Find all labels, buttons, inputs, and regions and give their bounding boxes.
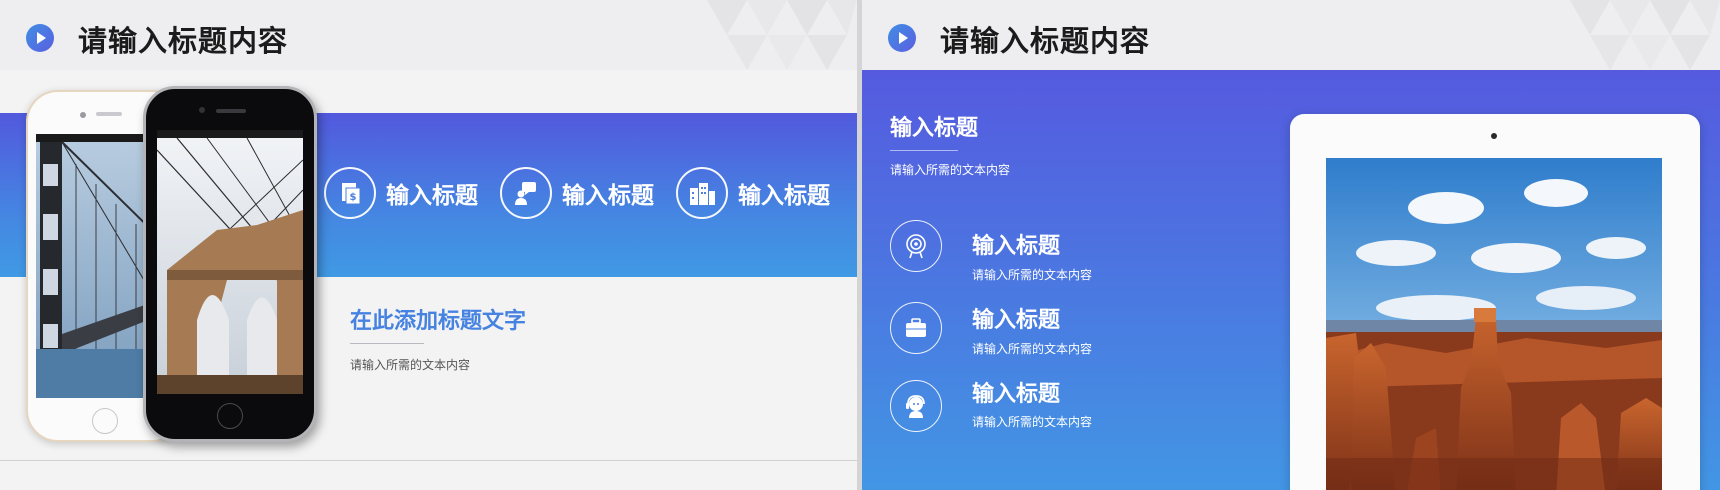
- item-title: 输入标题: [972, 308, 1061, 333]
- slide-right: 请输入标题内容 输入标题 请输入所需的文本内容 输入标题 请输入所需的文本内容 …: [862, 0, 1720, 490]
- play-icon: [888, 24, 916, 52]
- tablet-device: [1290, 114, 1700, 490]
- slide-left: 请输入标题内容 $ 输入标题 输入标题 输入标题 在此添加标题文字 请输入所需的…: [0, 0, 857, 490]
- briefcase-icon: [890, 302, 942, 354]
- home-button: [92, 408, 118, 434]
- phone-camera: [80, 112, 86, 118]
- slide-title: 请输入标题内容: [78, 24, 289, 58]
- tablet-camera: [1491, 133, 1497, 139]
- slide-header: 请输入标题内容: [0, 0, 857, 70]
- feature-label: 输入标题: [738, 183, 830, 209]
- feature-label: 输入标题: [562, 183, 654, 209]
- item-text: 请输入所需的文本内容: [972, 415, 1093, 429]
- slide-header: 请输入标题内容: [862, 0, 1720, 70]
- black-iphone: [143, 86, 317, 442]
- presenter-chat-icon: [500, 167, 552, 219]
- headset-icon: [890, 380, 942, 432]
- buildings-icon: [676, 167, 728, 219]
- home-button: [217, 403, 243, 429]
- feature-2: 输入标题: [500, 167, 654, 219]
- play-icon: [26, 24, 54, 52]
- slide-title: 请输入标题内容: [940, 24, 1151, 58]
- divider: [890, 150, 958, 151]
- phone-camera: [199, 107, 205, 113]
- feature-1: $ 输入标题: [324, 167, 478, 219]
- footer-line: [0, 460, 857, 461]
- triangle-pattern-decoration: [707, 0, 857, 70]
- feature-label: 输入标题: [386, 183, 478, 209]
- feature-3: 输入标题: [676, 167, 830, 219]
- item-text: 请输入所需的文本内容: [972, 268, 1093, 282]
- divider: [350, 343, 424, 344]
- section-heading: 在此添加标题文字: [350, 309, 527, 334]
- target-icon: [890, 220, 942, 272]
- phone-speaker: [216, 109, 246, 113]
- panel-title: 输入标题: [890, 116, 979, 141]
- document-dollar-icon: $: [324, 167, 376, 219]
- canyon-landscape-photo: [1326, 158, 1662, 490]
- phone-speaker: [96, 112, 122, 116]
- bridge-tower-photo: [157, 130, 303, 394]
- panel-subtitle: 请输入所需的文本内容: [890, 163, 1011, 177]
- item-title: 输入标题: [972, 234, 1061, 259]
- svg-text:$: $: [350, 192, 357, 203]
- section-body-text: 请输入所需的文本内容: [350, 358, 471, 372]
- item-title: 输入标题: [972, 382, 1061, 407]
- item-text: 请输入所需的文本内容: [972, 342, 1093, 356]
- triangle-pattern-decoration: [1570, 0, 1720, 70]
